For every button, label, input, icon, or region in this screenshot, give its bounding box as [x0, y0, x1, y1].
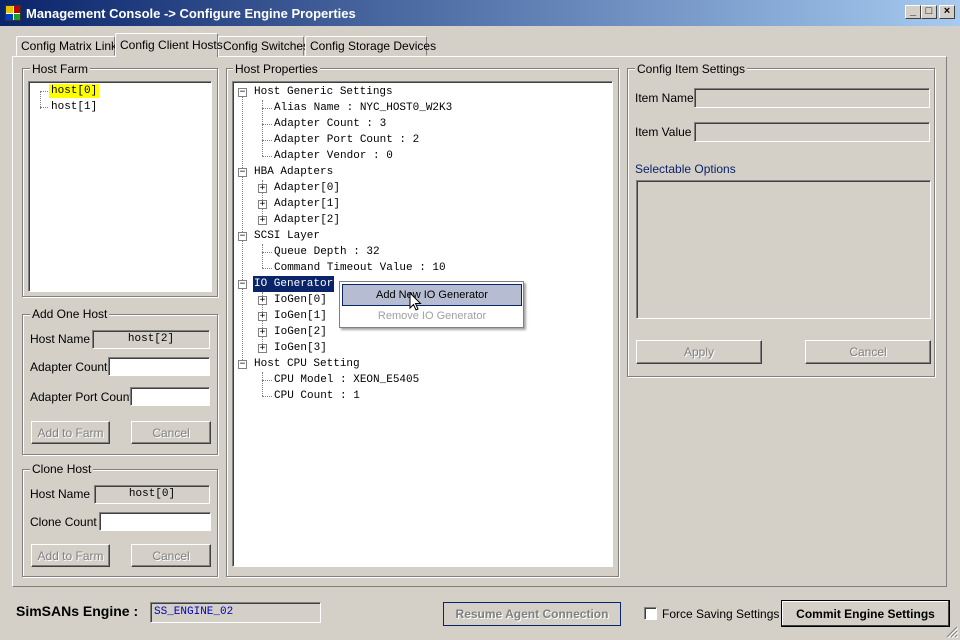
tree-node-adapter[interactable]: Adapter[1] — [274, 196, 340, 212]
mouse-cursor-icon — [409, 292, 422, 311]
host-farm-title: Host Farm — [30, 62, 91, 76]
host-properties-title: Host Properties — [233, 62, 320, 76]
adapter-port-count-input[interactable] — [130, 387, 210, 406]
expander-io-generator[interactable]: − — [238, 280, 247, 289]
force-saving-label[interactable]: Force Saving Settings — [662, 607, 779, 621]
expander-hba-adapters[interactable]: − — [238, 168, 247, 177]
title-bar[interactable]: Management Console -> Configure Engine P… — [0, 0, 960, 26]
tree-node-queue-depth[interactable]: Queue Depth : 32 — [274, 244, 380, 260]
tab-config-matrix-links[interactable]: Config Matrix Links — [16, 36, 123, 56]
expander-generic-settings[interactable]: − — [238, 88, 247, 97]
expander-iogen[interactable]: + — [258, 312, 267, 321]
tree-node-adapter-port-count[interactable]: Adapter Port Count : 2 — [274, 132, 419, 148]
selectable-options-list[interactable] — [636, 180, 931, 319]
menu-item-add-io-generator[interactable]: Add New IO Generator — [342, 284, 522, 306]
tree-node-iogen[interactable]: IoGen[1] — [274, 308, 327, 324]
tree-node-adapter-count[interactable]: Adapter Count : 3 — [274, 116, 386, 132]
tab-config-switches[interactable]: Config Switches — [218, 36, 309, 56]
item-name-label: Item Name — [635, 91, 694, 105]
clone-host-name-field: host[0] — [94, 485, 210, 504]
tree-node-cpu-model[interactable]: CPU Model : XEON_E5405 — [274, 372, 419, 388]
menu-item-remove-io-generator[interactable]: Remove IO Generator — [342, 306, 522, 328]
host-farm-item[interactable]: host[1] — [51, 100, 97, 114]
add-to-farm-button[interactable]: Add to Farm — [31, 421, 110, 444]
adapter-count-label: Adapter Count — [30, 360, 108, 374]
resize-grip-icon[interactable] — [946, 626, 958, 638]
tab-config-storage-devices[interactable]: Config Storage Devices — [305, 36, 436, 56]
maximize-button[interactable]: □ — [921, 5, 937, 19]
add-host-cancel-button[interactable]: Cancel — [131, 421, 211, 444]
tree-node-generic-settings[interactable]: Host Generic Settings — [254, 84, 393, 100]
adapter-port-count-label: Adapter Port Count — [30, 390, 133, 404]
host-farm-tree[interactable]: host[0] host[1] — [28, 81, 212, 292]
expander-scsi-layer[interactable]: − — [238, 232, 247, 241]
resume-agent-connection-button[interactable]: Resume Agent Connection — [443, 602, 621, 626]
tree-node-cpu-count[interactable]: CPU Count : 1 — [274, 388, 360, 404]
add-host-name-label: Host Name — [30, 332, 91, 346]
engine-label: SimSANs Engine : — [16, 603, 139, 619]
commit-engine-settings-button[interactable]: Commit Engine Settings — [781, 600, 950, 627]
expander-iogen[interactable]: + — [258, 344, 267, 353]
expander-cpu-setting[interactable]: − — [238, 360, 247, 369]
close-button[interactable]: × — [939, 5, 955, 19]
tab-config-client-hosts[interactable]: Config Client Hosts — [115, 33, 223, 57]
app-icon[interactable] — [5, 5, 21, 21]
config-item-title: Config Item Settings — [635, 62, 748, 76]
tree-node-alias[interactable]: Alias Name : NYC_HOST0_W2K3 — [274, 100, 452, 116]
tree-node-adapter[interactable]: Adapter[0] — [274, 180, 340, 196]
expander-adapter[interactable]: + — [258, 184, 267, 193]
expander-iogen[interactable]: + — [258, 296, 267, 305]
clone-host-title: Clone Host — [30, 462, 94, 476]
host-farm-item[interactable]: host[0] — [49, 84, 100, 98]
tree-node-hba-adapters[interactable]: HBA Adapters — [254, 164, 333, 180]
tree-node-iogen[interactable]: IoGen[2] — [274, 324, 327, 340]
item-name-field — [694, 88, 930, 108]
tree-node-io-generator[interactable]: IO Generator — [253, 276, 335, 292]
add-one-host-title: Add One Host — [30, 307, 110, 321]
force-saving-checkbox[interactable] — [644, 607, 657, 620]
clone-count-label: Clone Count — [30, 515, 97, 529]
tree-node-scsi-layer[interactable]: SCSI Layer — [254, 228, 320, 244]
clone-count-input[interactable] — [99, 512, 211, 531]
minimize-button[interactable]: _ — [905, 5, 921, 19]
add-host-name-field: host[2] — [92, 330, 210, 349]
clone-cancel-button[interactable]: Cancel — [131, 544, 211, 567]
clone-add-to-farm-button[interactable]: Add to Farm — [31, 544, 110, 567]
tree-node-cpu-setting[interactable]: Host CPU Setting — [254, 356, 360, 372]
tree-node-adapter-vendor[interactable]: Adapter Vendor : 0 — [274, 148, 393, 164]
window-title: Management Console -> Configure Engine P… — [26, 6, 356, 21]
apply-button[interactable]: Apply — [636, 340, 762, 364]
config-cancel-button[interactable]: Cancel — [805, 340, 931, 364]
item-value-field — [694, 122, 930, 142]
context-menu: Add New IO Generator Remove IO Generator — [339, 281, 524, 328]
expander-adapter[interactable]: + — [258, 200, 267, 209]
adapter-count-input[interactable] — [108, 357, 210, 376]
tree-node-iogen[interactable]: IoGen[0] — [274, 292, 327, 308]
item-value-label: Item Value — [635, 125, 692, 139]
tree-node-command-timeout[interactable]: Command Timeout Value : 10 — [274, 260, 446, 276]
engine-field: SS_ENGINE_02 — [150, 602, 321, 623]
clone-host-name-label: Host Name — [30, 487, 91, 501]
expander-iogen[interactable]: + — [258, 328, 267, 337]
tree-node-adapter[interactable]: Adapter[2] — [274, 212, 340, 228]
selectable-options-label: Selectable Options — [635, 162, 736, 176]
tree-node-iogen[interactable]: IoGen[3] — [274, 340, 327, 356]
expander-adapter[interactable]: + — [258, 216, 267, 225]
